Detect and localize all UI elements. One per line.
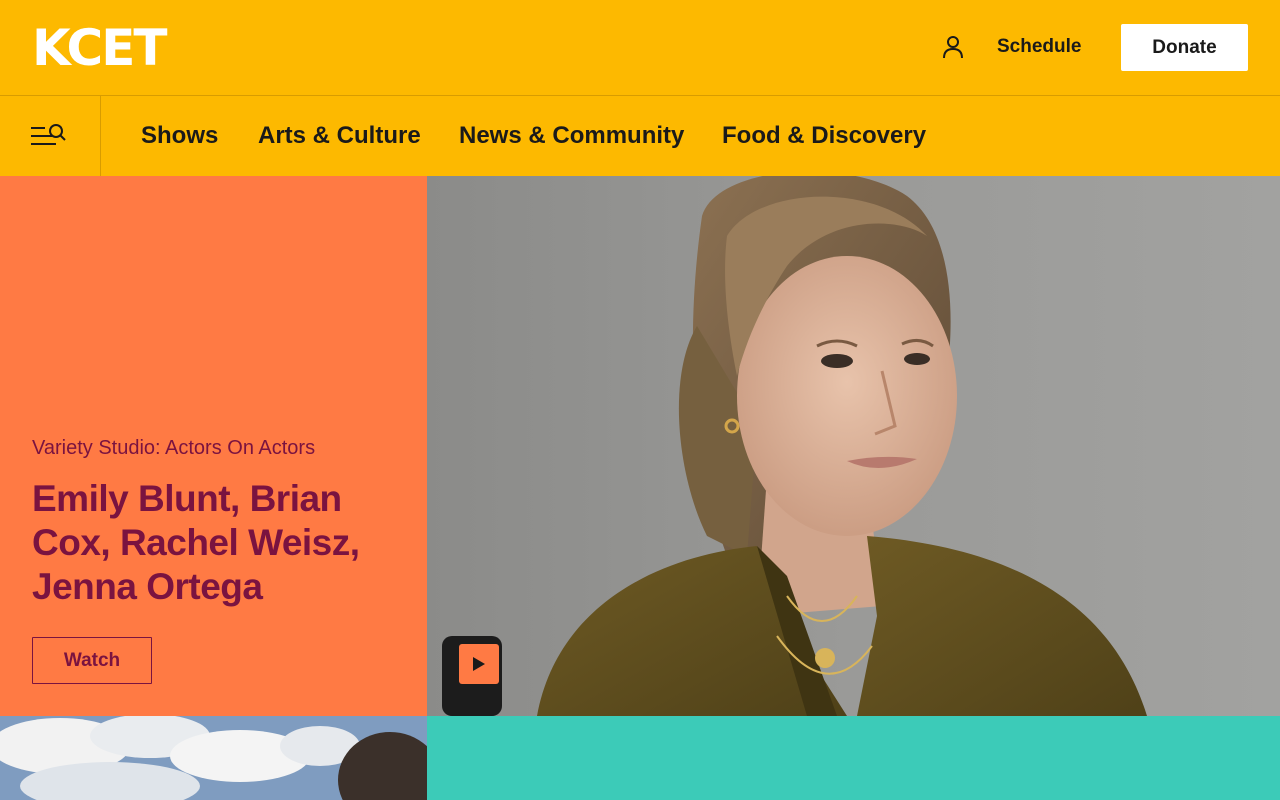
nav-item-arts-culture[interactable]: Arts & Culture	[258, 122, 421, 150]
feature-tile-left[interactable]	[0, 716, 427, 800]
play-button[interactable]	[459, 644, 499, 684]
hero-feature-panel: Variety Studio: Actors On Actors Emily B…	[0, 176, 427, 716]
feature-tile-right[interactable]	[427, 716, 1280, 800]
user-icon	[943, 36, 963, 59]
hero-image[interactable]	[427, 176, 1280, 716]
hero-title[interactable]: Emily Blunt, Brian Cox, Rachel Weisz, Je…	[32, 477, 402, 609]
watch-button[interactable]: Watch	[32, 637, 152, 684]
play-icon	[473, 657, 485, 671]
donate-button[interactable]: Donate	[1121, 24, 1248, 71]
menu-search-button[interactable]	[0, 96, 101, 176]
hero-portrait-photo	[427, 176, 1280, 716]
schedule-link[interactable]: Schedule	[997, 35, 1081, 59]
menu-search-icon	[31, 124, 66, 145]
user-account-button[interactable]	[940, 34, 966, 60]
nav-item-food-discovery[interactable]: Food & Discovery	[722, 122, 926, 150]
top-header: KCET Schedule Donate	[0, 0, 1280, 96]
hero-series-label[interactable]: Variety Studio: Actors On Actors	[32, 435, 315, 461]
main-nav: Shows Arts & Culture News & Community Fo…	[0, 96, 1280, 176]
kcet-logo[interactable]: KCET	[32, 22, 167, 74]
nav-item-news-community[interactable]: News & Community	[459, 122, 684, 150]
nav-item-shows[interactable]: Shows	[141, 122, 218, 150]
sky-photo	[0, 716, 427, 800]
